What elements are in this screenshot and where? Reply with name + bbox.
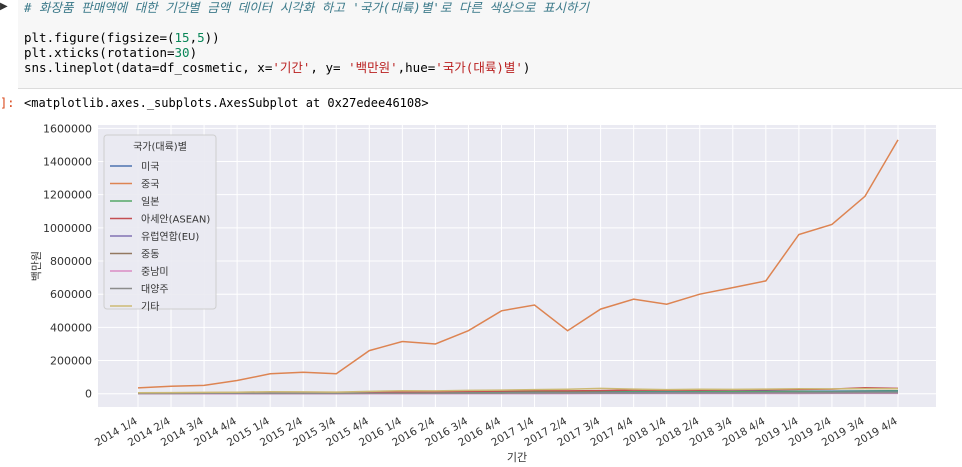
legend-entry: 중동 [141, 249, 159, 261]
y-tick-label: 600000 [50, 288, 92, 301]
code-line-2: plt.xticks(rotation=30) [24, 45, 198, 60]
output-text: <matplotlib.axes._subplots.AxesSubplot a… [24, 96, 429, 110]
plot-area [98, 125, 936, 407]
y-tick-label: 200000 [50, 355, 92, 368]
code-cell[interactable]: # 화장품 판매액에 대한 기간별 금액 데이터 시각화 하고 '국가(대륙)별… [18, 0, 962, 89]
y-tick-label: 400000 [50, 321, 92, 334]
legend-entry: 미국 [141, 161, 159, 173]
code-comment: # 화장품 판매액에 대한 기간별 금액 데이터 시각화 하고 '국가(대륙)별… [24, 0, 589, 15]
code-line-1: plt.figure(figsize=(15,5)) [24, 30, 220, 45]
legend-entry: 대양주 [141, 284, 169, 296]
y-axis-label: 백만원 [30, 251, 43, 281]
y-tick-label: 0 [85, 388, 92, 401]
run-cell-icon[interactable]: ▶ [0, 0, 14, 14]
y-tick-label: 1400000 [43, 155, 92, 168]
legend-entry: 일본 [141, 196, 159, 208]
legend-entry: 아세안(ASEAN) [141, 214, 210, 226]
legend-entry: 기타 [141, 301, 159, 313]
line-chart: 0 200000 400000 600000 800000 1000000 1200000 1… [30, 122, 936, 464]
code-editor[interactable]: # 화장품 판매액에 대한 기간별 금액 데이터 시각화 하고 '국가(대륙)별… [24, 0, 589, 75]
y-tick-label: 1000000 [43, 222, 92, 235]
legend-title: 국가(대륙)별 [133, 141, 187, 153]
y-tick-labels: 0 200000 400000 600000 800000 1000000 1200000 1… [43, 122, 92, 400]
x-axis-label: 기간 [507, 451, 527, 464]
legend-entry: 유럽연합(EU) [141, 231, 199, 243]
y-tick-label: 1200000 [43, 189, 92, 202]
output-prompt: ]: [0, 96, 15, 110]
series-line [138, 392, 898, 395]
x-tick-labels: 2014 1/42014 2/42014 3/42014 4/42015 1/4… [93, 415, 900, 449]
y-tick-label: 800000 [50, 255, 92, 268]
code-line-3: sns.lineplot(data=df_cosmetic, x='기간', y… [24, 60, 531, 75]
y-tick-label: 1600000 [43, 122, 92, 135]
legend: 국가(대륙)별 미국중국일본아세안(ASEAN) 유럽연합(EU) 중동중남미대양주… [103, 134, 217, 313]
legend-entry: 중국 [141, 179, 159, 191]
legend-entry: 중남미 [141, 266, 169, 278]
